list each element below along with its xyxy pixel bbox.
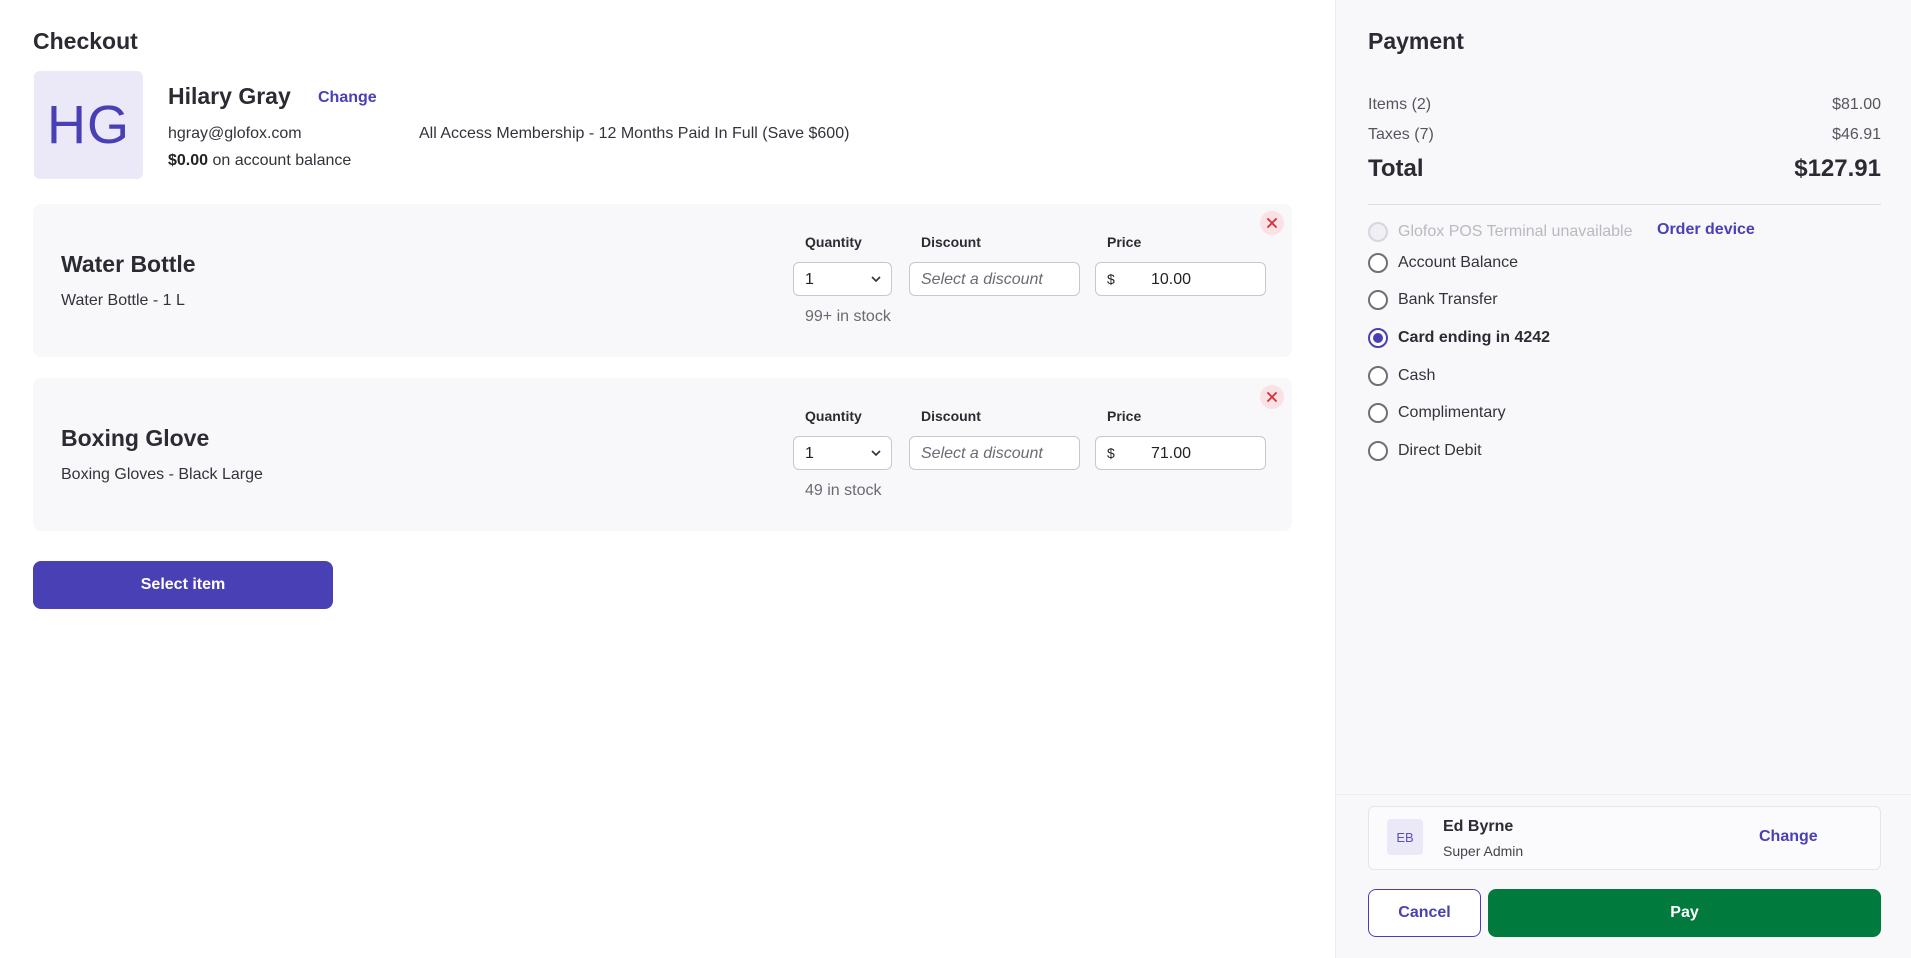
discount-label: Discount	[921, 234, 981, 250]
payment-method-label: Bank Transfer	[1398, 291, 1498, 308]
balance-suffix: on account balance	[208, 152, 352, 169]
payment-method-card[interactable]: Card ending in 4242	[1368, 326, 1550, 350]
payment-method-label: Cash	[1398, 367, 1436, 384]
taxes-amount: $46.91	[1832, 126, 1881, 143]
payment-method-complimentary[interactable]: Complimentary	[1368, 401, 1506, 425]
quantity-label: Quantity	[805, 234, 862, 250]
price-value: 10.00	[1151, 271, 1192, 288]
payment-method-account-balance[interactable]: Account Balance	[1368, 251, 1518, 275]
stock-status: 99+ in stock	[805, 308, 891, 325]
staff-name: Ed Byrne	[1443, 818, 1514, 835]
stock-status: 49 in stock	[805, 482, 882, 499]
page-title: Checkout	[33, 28, 138, 54]
payment-method-label: Complimentary	[1398, 404, 1506, 421]
currency-symbol: $	[1107, 271, 1115, 287]
discount-select[interactable]: Select a discount	[909, 262, 1080, 296]
cart-item: Boxing Glove Boxing Gloves - Black Large…	[33, 378, 1292, 531]
taxes-summary-row: Taxes (7) $46.91	[1368, 126, 1881, 144]
payment-method-label: Account Balance	[1398, 254, 1519, 271]
close-icon	[1267, 392, 1277, 402]
total-amount: $127.91	[1794, 155, 1881, 182]
radio-complimentary[interactable]	[1368, 403, 1388, 423]
remove-item-button[interactable]	[1260, 211, 1284, 235]
price-input[interactable]: $ 10.00	[1095, 262, 1266, 296]
taxes-label: Taxes (7)	[1368, 126, 1434, 143]
client-name: Hilary Gray	[168, 83, 291, 109]
change-client-link[interactable]: Change	[318, 89, 377, 107]
payment-method-label: Direct Debit	[1398, 442, 1482, 459]
radio-direct-debit[interactable]	[1368, 441, 1388, 461]
quantity-label: Quantity	[805, 408, 862, 424]
radio-cash[interactable]	[1368, 366, 1388, 386]
payment-method-pos-terminal: Glofox POS Terminal unavailable	[1368, 220, 1633, 244]
staff-avatar: EB	[1387, 819, 1423, 855]
items-amount: $81.00	[1832, 96, 1881, 113]
item-name: Boxing Glove	[61, 425, 210, 451]
radio-pos-terminal	[1368, 222, 1388, 242]
client-email: hgray@glofox.com	[168, 125, 302, 142]
item-variant: Boxing Gloves - Black Large	[61, 466, 263, 483]
client-balance: $0.00 on account balance	[168, 152, 351, 170]
price-label: Price	[1107, 408, 1142, 424]
quantity-value: 1	[805, 445, 814, 462]
chevron-down-icon	[871, 276, 881, 283]
quantity-select[interactable]: 1	[793, 436, 892, 470]
total-row: Total $127.91	[1368, 155, 1881, 183]
cart-item: Water Bottle Water Bottle - 1 L Quantity…	[33, 204, 1292, 357]
discount-label: Discount	[921, 408, 981, 424]
payment-method-bank-transfer[interactable]: Bank Transfer	[1368, 288, 1498, 312]
staff-card: EB Ed Byrne Super Admin Change	[1368, 806, 1881, 870]
price-input[interactable]: $ 71.00	[1095, 436, 1266, 470]
price-value: 71.00	[1151, 445, 1192, 462]
payment-method-label: Glofox POS Terminal unavailable	[1398, 223, 1633, 240]
balance-amount: $0.00	[168, 152, 209, 169]
order-device-link[interactable]: Order device	[1657, 221, 1755, 239]
checkout-panel: Checkout HG Hilary Gray Change hgray@glo…	[0, 0, 1335, 958]
change-staff-link[interactable]: Change	[1759, 828, 1818, 846]
client-avatar: HG	[34, 71, 143, 179]
price-label: Price	[1107, 234, 1142, 250]
radio-account-balance[interactable]	[1368, 253, 1388, 273]
quantity-value: 1	[805, 271, 814, 288]
cancel-button[interactable]: Cancel	[1368, 889, 1481, 937]
payment-title: Payment	[1368, 28, 1464, 54]
radio-bank-transfer[interactable]	[1368, 290, 1388, 310]
chevron-down-icon	[871, 450, 881, 457]
items-summary-row: Items (2) $81.00	[1368, 96, 1881, 114]
radio-card[interactable]	[1368, 328, 1388, 348]
item-variant: Water Bottle - 1 L	[61, 292, 185, 309]
select-item-button[interactable]: Select item	[33, 561, 333, 609]
payment-method-direct-debit[interactable]: Direct Debit	[1368, 439, 1482, 463]
staff-role: Super Admin	[1443, 843, 1524, 859]
quantity-select[interactable]: 1	[793, 262, 892, 296]
client-membership: All Access Membership - 12 Months Paid I…	[419, 125, 850, 142]
total-label: Total	[1368, 155, 1424, 182]
discount-select[interactable]: Select a discount	[909, 436, 1080, 470]
payment-panel: Payment Items (2) $81.00 Taxes (7) $46.9…	[1335, 0, 1911, 958]
summary-divider	[1368, 204, 1881, 205]
close-icon	[1267, 218, 1277, 228]
currency-symbol: $	[1107, 445, 1115, 461]
payment-method-label: Card ending in 4242	[1398, 329, 1551, 346]
payment-method-cash[interactable]: Cash	[1368, 364, 1435, 388]
items-count-label: Items (2)	[1368, 96, 1432, 113]
remove-item-button[interactable]	[1260, 385, 1284, 409]
pay-button[interactable]: Pay	[1488, 889, 1881, 937]
footer-divider	[1336, 794, 1911, 795]
item-name: Water Bottle	[61, 251, 196, 277]
